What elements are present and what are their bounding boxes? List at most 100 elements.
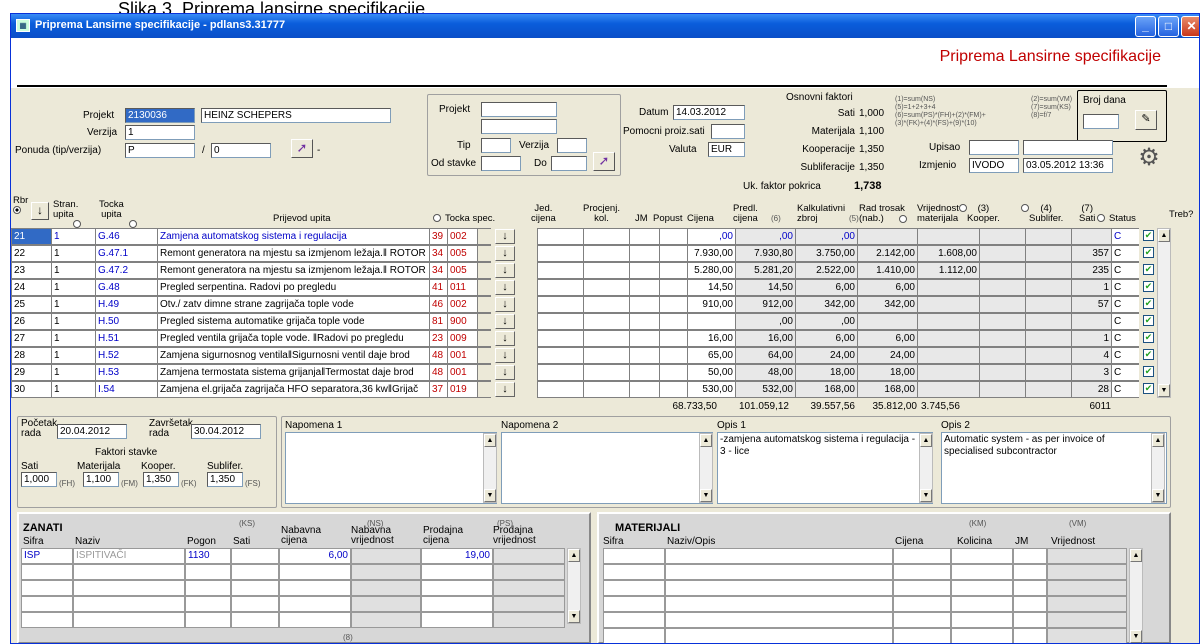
filter-search-button[interactable]: ➚ [593, 152, 615, 171]
treb-checkbox[interactable]: ✔ [1143, 247, 1154, 258]
row-arrow-down-icon[interactable]: ↓ [495, 348, 515, 363]
cell-rad[interactable] [857, 228, 917, 245]
izmjenio-date-input[interactable]: 03.05.2012 13:36 [1023, 158, 1113, 173]
cell-koop[interactable] [979, 347, 1025, 364]
zanati-cell-sifra[interactable] [21, 612, 73, 628]
cell-rad[interactable]: 2.142,00 [857, 245, 917, 262]
materijali-cell-naziv[interactable] [665, 596, 893, 612]
materijali-cell-kolicina[interactable] [951, 612, 1013, 628]
zanati-cell-sati[interactable] [231, 596, 279, 612]
cell-subl[interactable] [1025, 364, 1071, 381]
cell-stran[interactable]: 1 [51, 262, 95, 279]
cell-rad[interactable]: 342,00 [857, 296, 917, 313]
cell-rad[interactable]: 1.410,00 [857, 262, 917, 279]
cell-ts2[interactable]: 005 [447, 245, 477, 262]
cell-predl[interactable]: 5.281,20 [735, 262, 795, 279]
zanati-cell-nabv[interactable] [351, 564, 421, 580]
cell-popust[interactable] [659, 279, 687, 296]
cell-kalk[interactable]: 3.750,00 [795, 245, 857, 262]
cell-cijena[interactable]: 7.930,00 [687, 245, 735, 262]
zanati-cell-prodv[interactable] [493, 564, 565, 580]
cell-prijevod[interactable]: Zamjena termostata sistema grijanja‖Term… [157, 364, 429, 381]
upisao-user-input[interactable] [969, 140, 1019, 155]
cell-sati[interactable]: 357 [1071, 245, 1111, 262]
cell-ts1[interactable]: 81 [429, 313, 447, 330]
table-row[interactable]: 24 1 G.48 Pregled serpentina. Radovi po pre… [11, 279, 1171, 296]
sort-radio-rad[interactable] [899, 215, 907, 225]
zanati-cell-prod[interactable]: 19,00 [421, 548, 493, 564]
zanati-cell-prod[interactable] [421, 596, 493, 612]
cell-cijena[interactable] [687, 313, 735, 330]
cell-sati[interactable]: 28 [1071, 381, 1111, 398]
zavrsetak-input[interactable]: 30.04.2012 [191, 424, 261, 439]
cell-cijena[interactable]: 16,00 [687, 330, 735, 347]
sort-radio-sati[interactable] [1097, 214, 1105, 224]
materijali-cell-naziv[interactable] [665, 580, 893, 596]
zanati-cell-sifra[interactable]: ISP [21, 548, 73, 564]
cell-popust[interactable] [659, 313, 687, 330]
zanati-cell-nabv[interactable] [351, 580, 421, 596]
cell-popust[interactable] [659, 364, 687, 381]
materijali-cell-jm[interactable] [1013, 612, 1047, 628]
cell-subl[interactable] [1025, 262, 1071, 279]
cell-jm[interactable] [629, 313, 659, 330]
cell-ts1[interactable]: 34 [429, 245, 447, 262]
zanati-cell-sifra[interactable] [21, 564, 73, 580]
cell-sati[interactable] [1071, 313, 1111, 330]
materijali-cell-sifra[interactable] [603, 580, 665, 596]
cell-tocka[interactable]: G.48 [95, 279, 157, 296]
cell-koop[interactable] [979, 364, 1025, 381]
cell-status[interactable]: C [1111, 313, 1139, 330]
cell-sati[interactable]: 4 [1071, 347, 1111, 364]
cell-koop[interactable] [979, 262, 1025, 279]
scroll-up-icon[interactable]: ▲ [1158, 229, 1170, 242]
fs-sublifer-input[interactable]: 1,350 [207, 472, 243, 487]
zanati-cell-prodv[interactable] [493, 612, 565, 628]
zanati-cell-nabv[interactable] [351, 548, 421, 564]
cell-predl[interactable]: ,00 [735, 228, 795, 245]
zanati-scrollbar[interactable]: ▲ ▼ [567, 548, 581, 624]
cell-jed[interactable] [537, 245, 583, 262]
zanati-cell-sifra[interactable] [21, 580, 73, 596]
cell-rad[interactable] [857, 313, 917, 330]
cell-rbr[interactable]: 22 [11, 245, 51, 262]
cell-sati[interactable]: 235 [1071, 262, 1111, 279]
cell-popust[interactable] [659, 330, 687, 347]
cell-rbr[interactable]: 26 [11, 313, 51, 330]
cell-ts1[interactable]: 37 [429, 381, 447, 398]
materijali-cell-vrij[interactable] [1047, 548, 1127, 564]
zanati-cell-prod[interactable] [421, 580, 493, 596]
cell-rbr[interactable]: 29 [11, 364, 51, 381]
cell-sati[interactable] [1071, 228, 1111, 245]
cell-jm[interactable] [629, 262, 659, 279]
row-arrow-down-icon[interactable]: ↓ [495, 246, 515, 261]
materijali-cell-cijena[interactable] [893, 628, 951, 643]
cell-prijevod[interactable]: Zamjena automatskog sistema i regulacija [157, 228, 429, 245]
cell-kalk[interactable]: 18,00 [795, 364, 857, 381]
cell-vrij[interactable] [917, 279, 979, 296]
fs-kooper-input[interactable]: 1,350 [143, 472, 179, 487]
zanati-cell-prodv[interactable] [493, 596, 565, 612]
cell-popust[interactable] [659, 381, 687, 398]
zanati-cell-nab[interactable] [279, 612, 351, 628]
materijali-cell-kolicina[interactable] [951, 580, 1013, 596]
cell-jed[interactable] [537, 330, 583, 347]
cell-jed[interactable] [537, 364, 583, 381]
zanati-cell-prod[interactable] [421, 564, 493, 580]
materijali-cell-vrij[interactable] [1047, 612, 1127, 628]
minimize-icon[interactable]: _ [1135, 16, 1156, 37]
materijali-cell-jm[interactable] [1013, 596, 1047, 612]
zanati-cell-pogon[interactable] [185, 580, 231, 596]
close-icon[interactable]: ✕ [1181, 16, 1199, 37]
table-row[interactable]: 21 1 G.46 Zamjena automatskog sistema i reg… [11, 228, 1171, 245]
verzija-input[interactable]: 1 [125, 125, 195, 140]
materijali-cell-vrij[interactable] [1047, 596, 1127, 612]
materijali-cell-naziv[interactable] [665, 612, 893, 628]
cell-rad[interactable]: 6,00 [857, 279, 917, 296]
cell-kalk[interactable]: 6,00 [795, 330, 857, 347]
row-arrow-down-icon[interactable]: ↓ [495, 229, 515, 244]
cell-predl[interactable]: 532,00 [735, 381, 795, 398]
materijali-cell-sifra[interactable] [603, 612, 665, 628]
cell-tocka[interactable]: H.53 [95, 364, 157, 381]
cell-ts2[interactable]: 900 [447, 313, 477, 330]
